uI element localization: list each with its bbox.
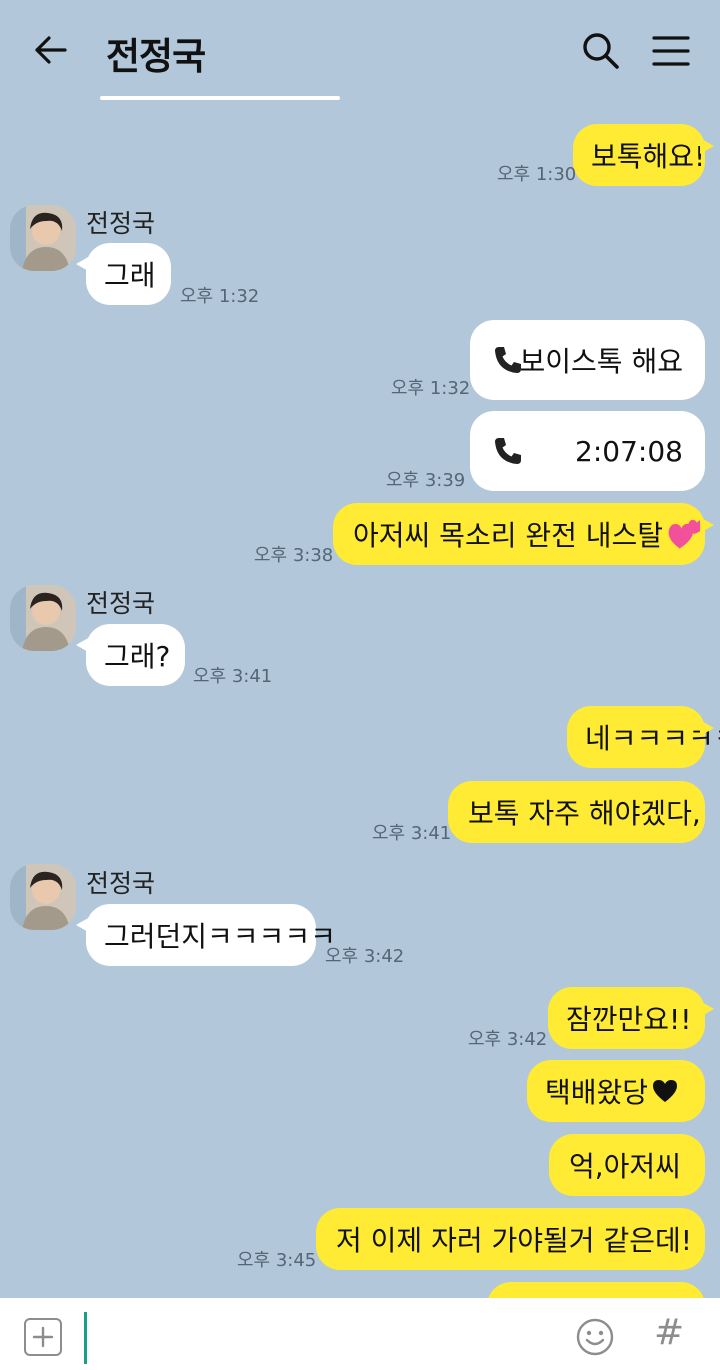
outgoing-message-bubble[interactable]: 억,아저씨 [549,1134,705,1196]
menu-button[interactable] [650,30,692,72]
bubble-tail [76,256,90,272]
previous-message-remnant [100,96,340,100]
incoming-message-bubble[interactable]: 그래 [86,243,171,305]
message-text: 아저씨 목소리 완전 내스탈 [353,519,664,552]
bubble-tail [76,917,90,933]
outgoing-message-bubble[interactable]: 잠깐만요!! [548,987,705,1049]
back-button[interactable] [28,30,72,70]
message-text: 잠깐만요!! [566,1003,692,1036]
sender-name: 전정국 [86,869,156,898]
outgoing-message-bubble[interactable]: 아저씨 목소리 완전 내스탈 [333,503,705,565]
avatar[interactable] [10,205,76,271]
outgoing-message-bubble[interactable]: 네ㅋㅋㅋㅋㅋ [567,706,720,768]
emoticon-button[interactable] [576,1318,614,1356]
bubble-tail [700,720,714,736]
message-text: 그래 [104,259,156,292]
smiley-icon [576,1318,614,1356]
plus-square-icon [32,1326,54,1348]
message-time: 오후 1:32 [180,286,260,307]
message-time: 오후 3:45 [237,1250,317,1271]
bubble-tail [700,138,714,154]
message-time: 오후 3:39 [386,470,466,491]
hashtag-search-button[interactable]: # [654,1312,684,1353]
phone-icon [495,438,521,464]
search-button[interactable] [580,30,622,72]
bubble-tail [700,517,714,533]
chat-title: 전정국 [106,35,206,78]
message-text: 보톡해요! [591,140,706,173]
message-text: 보톡 자주 해야겠다, [468,797,701,830]
avatar[interactable] [10,585,76,651]
outgoing-message-bubble[interactable]: 택배왔당 [527,1060,705,1122]
sender-name: 전정국 [86,589,156,618]
outgoing-message-bubble[interactable]: 저 이제 자러 가야될거 같은데! [316,1208,705,1270]
attach-button[interactable] [24,1318,62,1356]
bubble-tail [700,1001,714,1017]
message-time: 오후 1:32 [391,378,471,399]
message-text: 억,아저씨 [569,1150,681,1183]
message-text: 그러던지ㅋㅋㅋㅋㅋ [104,920,336,953]
call-duration: 2:07:08 [575,434,683,468]
message-time: 오후 3:42 [325,946,405,967]
outgoing-message-bubble[interactable]: 보톡 자주 해야겠다, [448,781,705,843]
message-input-bar: # [0,1298,720,1370]
call-text: 보이스톡 해요 [519,345,683,378]
message-input-cursor[interactable] [84,1312,87,1364]
message-time: 오후 3:38 [254,545,334,566]
message-text: 택배왔당 [545,1076,649,1109]
black-heart-icon [653,1080,678,1102]
message-time: 오후 3:42 [468,1029,548,1050]
message-text: 그래? [104,640,171,673]
profile-photo-icon [10,585,76,651]
voice-call-bubble[interactable]: 보이스톡 해요 [470,320,705,400]
bubble-tail [76,637,90,653]
hamburger-menu-icon [652,36,690,66]
incoming-message-bubble[interactable]: 그러던지ㅋㅋㅋㅋㅋ [86,904,336,966]
message-time: 오후 3:41 [193,666,273,687]
message-time: 오후 3:41 [372,823,452,844]
chat-header: 전정국 [0,0,720,100]
voice-call-bubble[interactable]: 2:07:08 [470,411,705,491]
sender-name: 전정국 [86,209,156,238]
message-text: 저 이제 자러 가야될거 같은데! [336,1224,692,1257]
arrow-left-icon [35,36,67,64]
avatar[interactable] [10,864,76,930]
message-time: 오후 1:30 [497,164,577,185]
profile-photo-icon [10,205,76,271]
outgoing-message-bubble[interactable]: 보톡해요! [573,124,705,186]
profile-photo-icon [10,864,76,930]
search-icon [583,33,619,69]
incoming-message-bubble[interactable]: 그래? [86,624,185,686]
